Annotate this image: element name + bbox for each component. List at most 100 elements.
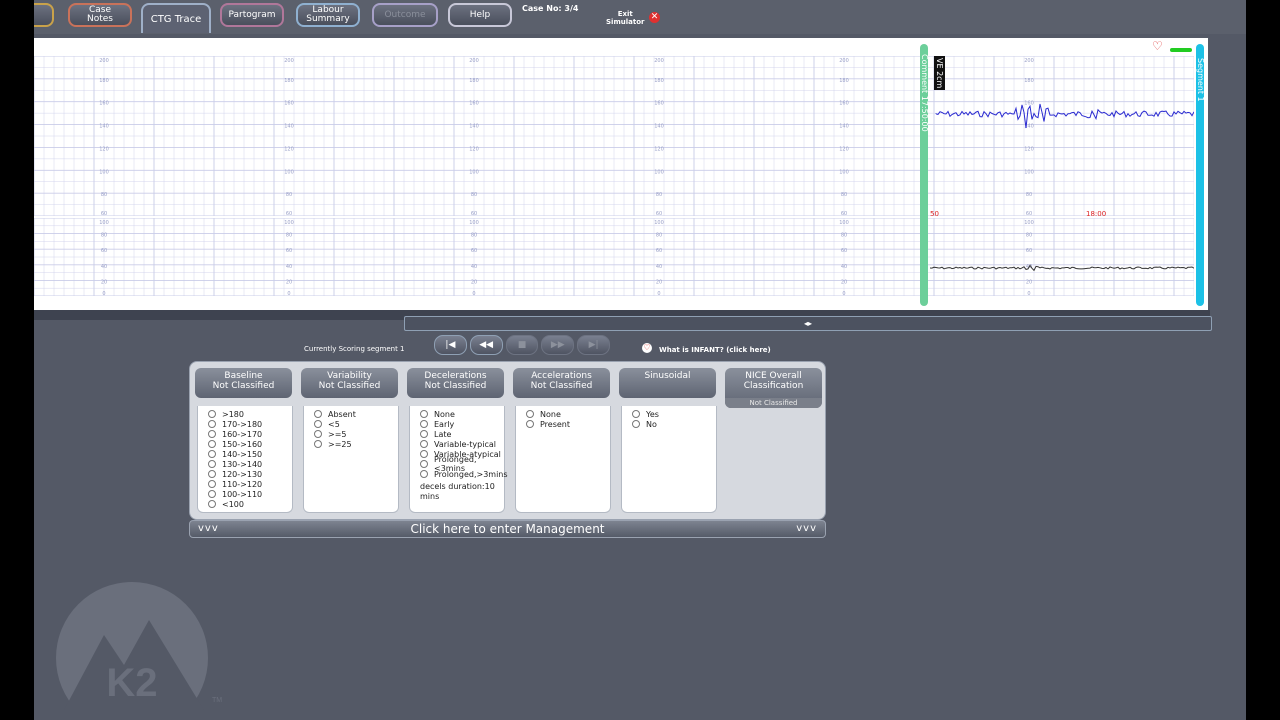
radio-button[interactable] xyxy=(632,420,640,428)
radio-option[interactable]: Late xyxy=(420,429,504,439)
classification-panel: Baseline Not Classified >180 170->180 160->1… xyxy=(189,361,826,520)
radio-button[interactable] xyxy=(314,420,322,428)
tab-ctg-trace[interactable]: CTG Trace xyxy=(141,3,211,33)
signal-indicator xyxy=(1170,48,1192,52)
chevron-down-icon: vvv xyxy=(198,523,219,534)
skip-to-end-button[interactable]: ▶| xyxy=(577,335,610,355)
column-header-0[interactable]: Baseline Not Classified xyxy=(195,368,292,398)
comment-marker-bar[interactable]: Comment 17:50:00 xyxy=(920,44,929,306)
radio-button[interactable] xyxy=(314,440,322,448)
tab-help[interactable]: Help xyxy=(448,3,512,27)
radio-option[interactable]: 110->120 xyxy=(208,479,292,489)
infant-heart-icon[interactable]: ♡ xyxy=(642,343,652,353)
ve-annotation[interactable]: VE 2cm xyxy=(934,56,945,91)
radio-button[interactable] xyxy=(420,410,428,418)
segment-marker-bar[interactable]: Segment 1 xyxy=(1196,44,1205,306)
radio-button[interactable] xyxy=(208,420,216,428)
scroll-grip-icon[interactable]: ◂▸ xyxy=(804,319,812,328)
radio-option[interactable]: Present xyxy=(526,419,610,429)
radio-option[interactable]: Variable-typical xyxy=(420,439,504,449)
radio-button[interactable] xyxy=(208,450,216,458)
management-bar[interactable]: vvv Click here to enter Management vvv xyxy=(189,520,826,538)
svg-text:TM: TM xyxy=(212,697,222,704)
radio-option[interactable]: Prolonged,>3mins xyxy=(420,469,508,479)
radio-option[interactable]: None xyxy=(526,409,610,419)
radio-option[interactable]: >=25 xyxy=(314,439,398,449)
radio-button[interactable] xyxy=(208,460,216,468)
tab-ctg-trace-label: CTG Trace xyxy=(150,13,202,25)
radio-option[interactable]: 120->130 xyxy=(208,469,292,479)
radio-label: <100 xyxy=(222,499,244,509)
tab-labour-summary-label: Labour Summary xyxy=(306,5,350,24)
radio-option[interactable]: <100 xyxy=(208,499,292,509)
fast-forward-button[interactable]: ▶▶ xyxy=(541,335,575,355)
radio-button[interactable] xyxy=(208,440,216,448)
trace-scrollbar[interactable]: ◂▸ xyxy=(404,316,1212,331)
radio-button[interactable] xyxy=(420,470,428,478)
radio-option[interactable]: >=5 xyxy=(314,429,398,439)
radio-option[interactable]: None xyxy=(420,409,504,419)
radio-option[interactable]: 130->140 xyxy=(208,459,292,469)
column-header-3[interactable]: Accelerations Not Classified xyxy=(513,368,610,398)
radio-option[interactable]: 170->180 xyxy=(208,419,292,429)
radio-option[interactable]: 100->110 xyxy=(208,489,292,499)
radio-option[interactable]: Absent xyxy=(314,409,398,419)
radio-button[interactable] xyxy=(208,410,216,418)
nice-status-badge: Not Classified xyxy=(725,398,822,408)
infant-help-link[interactable]: What is INFANT? (click here) xyxy=(659,346,771,354)
column-options-3: None Present xyxy=(515,406,611,513)
radio-option[interactable]: <5 xyxy=(314,419,398,429)
management-label: Click here to enter Management xyxy=(410,522,605,536)
skip-to-start-button[interactable]: |◀ xyxy=(434,335,467,355)
close-icon[interactable]: ✕ xyxy=(649,12,660,23)
radio-button[interactable] xyxy=(208,470,216,478)
radio-option[interactable]: 150->160 xyxy=(208,439,292,449)
radio-button[interactable] xyxy=(314,410,322,418)
radio-button[interactable] xyxy=(526,420,534,428)
radio-button[interactable] xyxy=(420,450,428,458)
tab-labour-summary[interactable]: Labour Summary xyxy=(296,3,360,27)
radio-button[interactable] xyxy=(420,430,428,438)
stop-button[interactable]: ■ xyxy=(505,335,539,355)
radio-label: 100->110 xyxy=(222,489,263,499)
radio-button[interactable] xyxy=(208,480,216,488)
time-label-left: 50 xyxy=(930,210,939,218)
radio-button[interactable] xyxy=(526,410,534,418)
radio-option[interactable]: No xyxy=(632,419,716,429)
column-header-5[interactable]: NICE Overall Classification Not Classifie… xyxy=(725,368,822,408)
radio-button[interactable] xyxy=(420,420,428,428)
radio-option[interactable]: 160->170 xyxy=(208,429,292,439)
column-title: Baseline xyxy=(224,371,263,381)
time-label-right: 18:00 xyxy=(1086,210,1107,218)
decels-duration-note: decels duration:10 mins xyxy=(420,482,495,501)
scoring-status: Currently Scoring segment 1 xyxy=(304,345,405,353)
column-header-4[interactable]: Sinusoidal xyxy=(619,368,716,398)
radio-button[interactable] xyxy=(208,490,216,498)
radio-label: No xyxy=(646,419,657,429)
tab-partogram[interactable]: Partogram xyxy=(220,3,284,27)
column-options-1: Absent <5 >=5 >=25 xyxy=(303,406,399,513)
tab-outcome[interactable]: Outcome xyxy=(372,3,438,27)
radio-button[interactable] xyxy=(420,460,428,468)
radio-button[interactable] xyxy=(208,430,216,438)
radio-label: 110->120 xyxy=(222,479,263,489)
rewind-button[interactable]: ◀◀ xyxy=(469,335,503,355)
tab-case-notes[interactable]: Case Notes xyxy=(68,3,132,27)
column-header-2[interactable]: Decelerations Not Classified xyxy=(407,368,504,398)
column-title: Variability xyxy=(327,371,372,381)
radio-button[interactable] xyxy=(632,410,640,418)
heart-icon: ♡ xyxy=(1152,39,1163,53)
radio-label: Variable-typical xyxy=(434,439,496,449)
column-header-1[interactable]: Variability Not Classified xyxy=(301,368,398,398)
radio-option[interactable]: Early xyxy=(420,419,504,429)
radio-option[interactable]: >180 xyxy=(208,409,292,419)
radio-button[interactable] xyxy=(314,430,322,438)
exit-simulator-label[interactable]: Exit Simulator xyxy=(606,10,644,26)
radio-option[interactable]: Prolonged,<3mins xyxy=(420,455,504,473)
radio-button[interactable] xyxy=(208,500,216,508)
radio-button[interactable] xyxy=(420,440,428,448)
radio-option[interactable]: Yes xyxy=(632,409,716,419)
tab-previous[interactable] xyxy=(34,3,54,27)
radio-option[interactable]: 140->150 xyxy=(208,449,292,459)
radio-label: 170->180 xyxy=(222,419,263,429)
